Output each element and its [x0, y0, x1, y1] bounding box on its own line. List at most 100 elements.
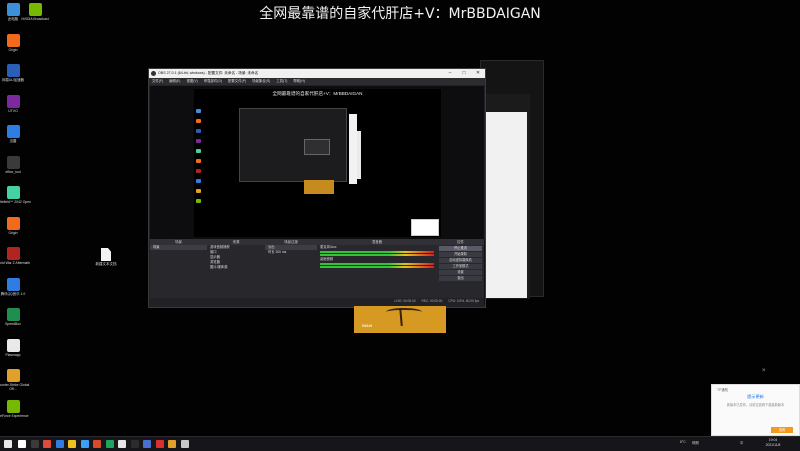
input-method-indicator[interactable]: 中 [740, 440, 743, 445]
nested-thumbnail [304, 180, 334, 194]
transition-duration[interactable]: 时长 300 ms [265, 250, 317, 255]
studio-mode-button[interactable]: 工作室模式 [439, 264, 482, 269]
desktop-icon[interactable]: 迅雷 [0, 125, 32, 143]
source-item[interactable]: 图片/媒体源 [207, 265, 265, 270]
settings-button[interactable]: 设置 [439, 270, 482, 275]
obs-titlebar[interactable]: OBS 27.0.1 (64-bit, windows) - 配置文件: 未命名… [149, 69, 485, 78]
stream-overlay-text: 全网最靠谱的自家代肝店+V：MrBBDAIGAN [259, 6, 541, 22]
taskbar-app-icon[interactable] [93, 440, 101, 448]
taskbar-app-icon[interactable] [80, 440, 89, 448]
menu-item[interactable]: 停靠部件(D) [204, 79, 222, 83]
notification-app-name: TP通知 [717, 388, 729, 392]
audio-meter [320, 251, 434, 253]
notification-view-button[interactable]: 查看 [771, 427, 793, 433]
desktop-icon[interactable]: Origin [0, 216, 32, 235]
app-icon [6, 64, 20, 77]
taskbar-app-icon[interactable] [18, 440, 26, 448]
app-icon [6, 94, 20, 108]
obs-docks: 场景 场景 + − ∧ ∨ 来源 游戏音频捕获 窗口 显示器 浏览器 图片/媒体… [150, 239, 485, 305]
background-browser-window[interactable] [483, 112, 527, 298]
menu-item[interactable]: 编辑(E) [169, 79, 180, 83]
desktop-icon[interactable]: office_tool [0, 155, 32, 174]
desktop-icon[interactable]: 腾讯QQ音乐 1.0 [0, 277, 32, 296]
desktop-text-file[interactable]: 新建文本文档 [92, 248, 120, 266]
obs-window[interactable]: OBS 27.0.1 (64-bit, windows) - 配置文件: 未命名… [148, 68, 486, 308]
taskbar-app-icon[interactable] [143, 440, 151, 448]
menu-item[interactable]: 文件(F) [152, 79, 163, 83]
file-icon [101, 248, 111, 261]
controls-dock-title: 控件 [437, 239, 484, 245]
desktop-icon-label: 腾讯QQ音乐 1.0 [0, 291, 26, 296]
desktop-icon[interactable]: NVIDIA Broadcast [16, 3, 54, 21]
app-icon [6, 338, 20, 352]
maximize-icon[interactable]: □ [457, 69, 471, 78]
start-recording-button[interactable]: 开始录制 [439, 252, 482, 257]
obs-statusbar: LIVE: 00:00:00 REC: 00:00:00 CPU: 0.5%, … [150, 298, 484, 305]
nested-preview [304, 139, 330, 155]
tree-canopy [386, 308, 422, 316]
status-rec: REC: 00:00:00 [421, 299, 443, 303]
menu-item[interactable]: 工具(T) [276, 79, 287, 83]
taskbar-app-icon[interactable] [180, 440, 189, 448]
minimize-icon[interactable]: – [443, 69, 457, 78]
nested-browser-strip [349, 114, 357, 184]
taskbar-app-icon[interactable] [105, 440, 114, 448]
transitions-dock[interactable]: 场景过渡 淡出 时长 300 ms [265, 239, 318, 305]
desktop-file-label: 新建文本文档 [95, 262, 117, 266]
taskbar-app-icon[interactable] [155, 440, 164, 448]
scenes-dock[interactable]: 场景 场景 + − ∧ ∨ [150, 239, 208, 305]
app-icon [6, 125, 20, 138]
stop-streaming-button[interactable]: 停止推流 [439, 246, 482, 251]
preview-overlay-text: 全网最靠谱的自家代肝店+V：MrBBDAIGAN [272, 91, 363, 96]
desktop-icon[interactable]: Battlefield™ 2042 Open [0, 186, 32, 204]
notification-close-icon[interactable]: × [762, 368, 766, 374]
menu-item[interactable]: 配置文件(P) [228, 79, 246, 83]
app-icon [6, 247, 20, 260]
scene-item[interactable]: 场景 [150, 245, 207, 250]
taskbar-clock[interactable]: 19:04 2021/11/8 [757, 438, 789, 448]
desktop-icon[interactable]: Origin [0, 33, 32, 52]
mixer-dock[interactable]: 混音器 麦克风/Aux 桌面音频 [317, 239, 438, 305]
virtual-camera-button[interactable]: 启动虚拟摄像机 [439, 258, 482, 263]
obs-preview[interactable]: 全网最靠谱的自家代肝店+V：MrBBDAIGAN [150, 86, 484, 250]
menu-item[interactable]: 场景集合(S) [252, 79, 270, 83]
weather-desc[interactable]: 晴朗 [692, 440, 699, 445]
taskbar-app-icon[interactable] [43, 440, 51, 448]
menu-item[interactable]: 帮助(H) [293, 79, 305, 83]
app-icon [6, 186, 20, 199]
update-notification[interactable]: TP通知 提示更新 新版本已发布，请前往官网下载最新版本 查看 [711, 384, 800, 436]
thumbnail-label: Bilibili [362, 323, 373, 328]
audio-meter [320, 263, 434, 265]
desktop-icon[interactable]: Counter-Strike Global Off... [0, 369, 32, 391]
bilibili-thumbnail[interactable]: Bilibili [354, 306, 446, 333]
app-icon [6, 277, 20, 291]
desktop-icon[interactable]: UTVO [0, 94, 32, 113]
sources-dock[interactable]: 来源 游戏音频捕获 窗口 显示器 浏览器 图片/媒体源 + − ⚙ ∧ ∨ [207, 239, 266, 305]
status-live: LIVE: 00:00:00 [394, 299, 416, 303]
taskbar-app-icon[interactable] [130, 440, 139, 448]
desktop-icon-label: GeForce Experience [0, 413, 29, 418]
audio-meter [320, 266, 434, 268]
desktop-icon-label: SpeedBox [5, 322, 21, 326]
desktop-icon[interactable]: World War Z Aftermath [0, 247, 32, 265]
controls-dock[interactable]: 控件 停止推流 开始录制 启动虚拟摄像机 工作室模式 设置 退出 [437, 239, 485, 305]
taskbar: 8°C 晴朗 中 19:04 2021/11/8 [0, 436, 800, 451]
desktop-icon[interactable]: 网易UU加速器 [0, 64, 32, 82]
taskbar-app-icon[interactable] [55, 440, 64, 448]
exit-button[interactable]: 退出 [439, 276, 482, 281]
taskbar-app-icon[interactable] [118, 440, 126, 448]
menu-item[interactable]: 视图(V) [186, 79, 197, 83]
desktop-icon-label: Counter-Strike Global Off... [0, 383, 30, 391]
desktop-icon[interactable]: Plasmapp [0, 338, 32, 357]
status-cpu: CPU: 0.5%, 60.00 fps [448, 299, 479, 303]
start-menu-icon[interactable] [4, 440, 12, 448]
desktop-icon[interactable]: SpeedBox [0, 308, 32, 326]
weather-temp[interactable]: 8°C [680, 440, 686, 444]
desktop-icon[interactable]: GeForce Experience [0, 399, 32, 418]
taskbar-app-icon[interactable] [30, 440, 39, 448]
close-icon[interactable]: ✕ [471, 69, 485, 78]
taskbar-app-icon[interactable] [68, 440, 76, 448]
desktop-icon-label: office_tool [5, 169, 21, 174]
obs-logo-icon [151, 71, 156, 76]
taskbar-app-icon[interactable] [168, 440, 176, 448]
